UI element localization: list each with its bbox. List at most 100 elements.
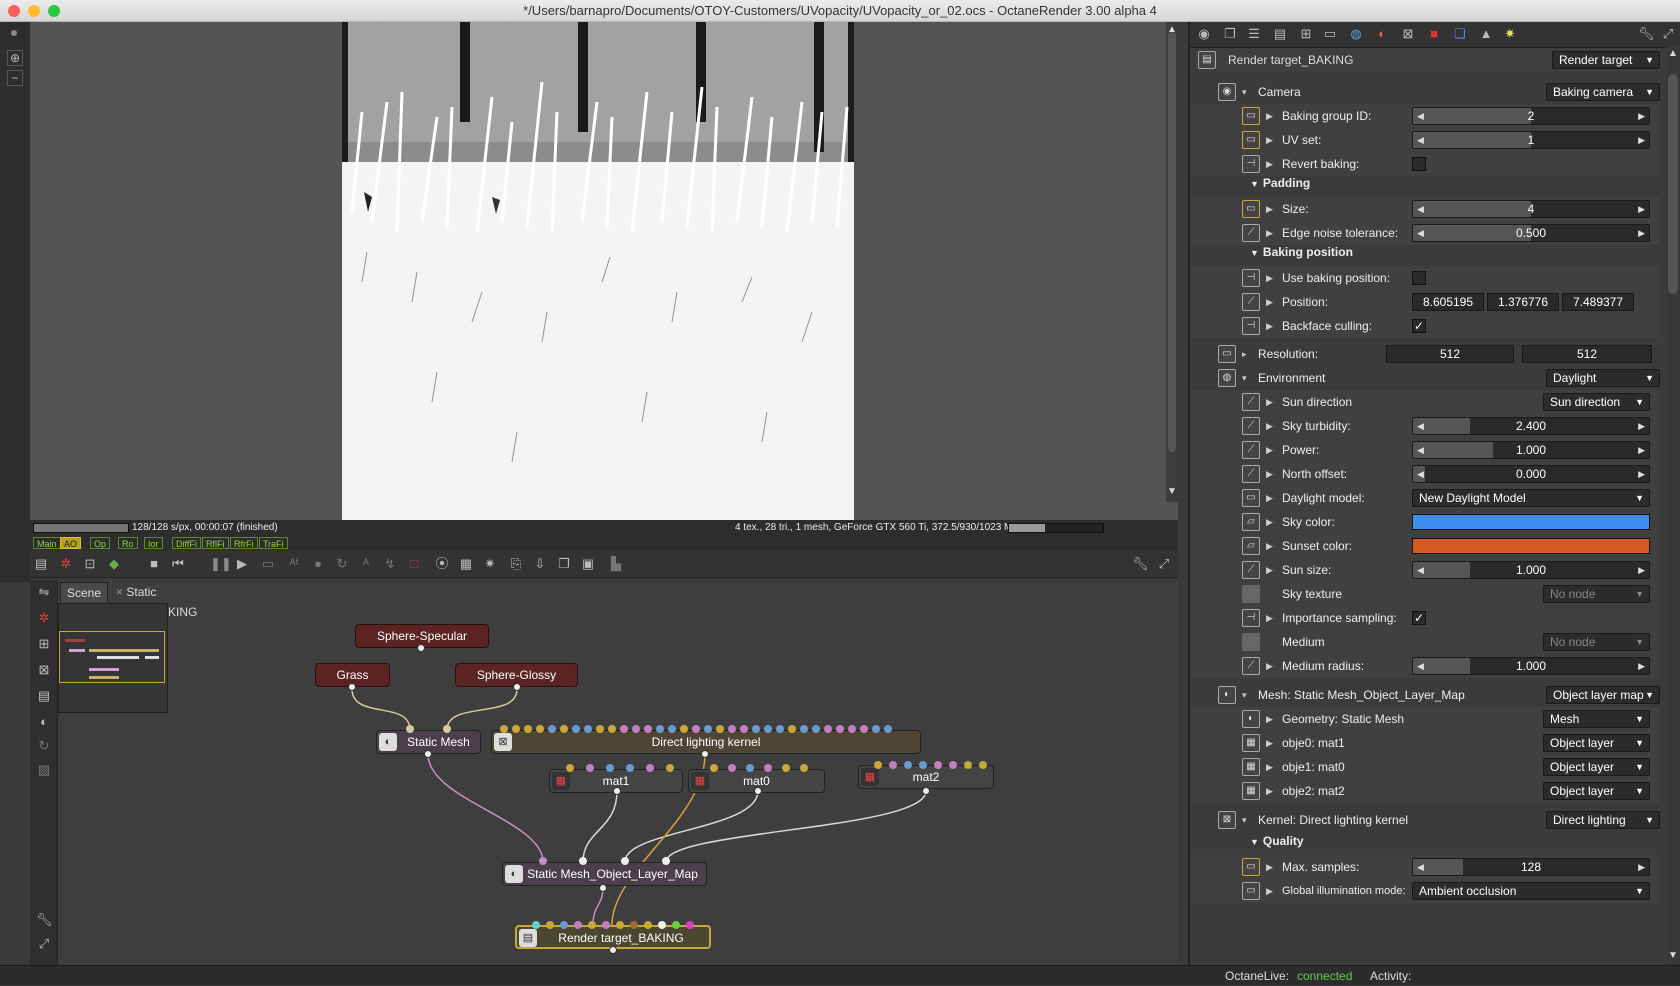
- node-pin[interactable]: [646, 764, 654, 772]
- mesh-tb-icon[interactable]: ◐: [1374, 26, 1390, 42]
- decrement-icon[interactable]: ◀: [1417, 442, 1424, 458]
- node-pin[interactable]: [658, 921, 666, 929]
- use-baking-position-icon[interactable]: ⊣: [1242, 269, 1260, 287]
- size-slider[interactable]: ◀ 4 ▶: [1412, 200, 1650, 218]
- node-pin[interactable]: [740, 725, 748, 733]
- expand-arrow-icon[interactable]: ▶: [1266, 486, 1273, 510]
- importance-sampling-icon[interactable]: ⊣: [1242, 609, 1260, 627]
- node-pin[interactable]: [754, 787, 762, 795]
- node-pin[interactable]: [764, 764, 772, 772]
- node-pin[interactable]: [701, 750, 709, 758]
- expand-arrow-icon[interactable]: ▶: [1266, 152, 1273, 176]
- node-pin[interactable]: [776, 725, 784, 733]
- node-pin[interactable]: [934, 761, 942, 769]
- obje1-dropdown[interactable]: Object layer ▼: [1543, 758, 1650, 776]
- scroll-down-icon[interactable]: ▼: [1668, 950, 1678, 961]
- node-pin[interactable]: [417, 644, 425, 652]
- node-pin[interactable]: [764, 725, 772, 733]
- expand-arrow-icon[interactable]: ▶: [1266, 855, 1273, 879]
- daylight-model-dropdown[interactable]: New Daylight Model ▼: [1412, 489, 1650, 507]
- mesh-dropdown[interactable]: Object layer map ▼: [1546, 686, 1660, 704]
- inspector-wrench-icon[interactable]: 🔧︎: [1638, 26, 1655, 42]
- position-y-field[interactable]: 1.376776: [1487, 293, 1559, 311]
- sky-color-swatch[interactable]: [1412, 514, 1650, 530]
- increment-icon[interactable]: ▶: [1638, 201, 1645, 217]
- node-pin[interactable]: [919, 761, 927, 769]
- node-pin[interactable]: [500, 725, 508, 733]
- node-pin[interactable]: [666, 764, 674, 772]
- node-pin[interactable]: [710, 764, 718, 772]
- expand-arrow-icon[interactable]: ▾: [1242, 808, 1247, 832]
- node-pin[interactable]: [848, 725, 856, 733]
- power-icon[interactable]: ⟋: [1242, 441, 1260, 459]
- kernel-icon[interactable]: ⊠: [1218, 811, 1236, 829]
- expand-arrow-icon[interactable]: ▾: [1242, 366, 1247, 390]
- expand-arrow-icon[interactable]: ▶: [1266, 266, 1273, 290]
- node-pin[interactable]: [662, 857, 670, 865]
- geometry-icon[interactable]: ◐: [1242, 710, 1260, 728]
- expand-arrow-icon[interactable]: ▶: [1266, 221, 1273, 245]
- expand-arrow-icon[interactable]: ▶: [1266, 314, 1273, 338]
- decrement-icon[interactable]: ◀: [1417, 466, 1424, 482]
- increment-icon[interactable]: ▶: [1638, 859, 1645, 875]
- obje2-dropdown[interactable]: Object layer ▼: [1543, 782, 1650, 800]
- sun-direction-icon[interactable]: ⟋: [1242, 393, 1260, 411]
- max-samples-slider[interactable]: ◀ 128 ▶: [1412, 858, 1650, 876]
- uv-set-slider[interactable]: ◀ 1 ▶: [1412, 131, 1650, 149]
- node-pin[interactable]: [512, 725, 520, 733]
- copy-node-icon[interactable]: ❐: [1222, 26, 1238, 42]
- increment-icon[interactable]: ▶: [1638, 562, 1645, 578]
- node-pin[interactable]: [560, 921, 568, 929]
- expand-arrow-icon[interactable]: ▾: [1242, 683, 1247, 707]
- node-pin[interactable]: [889, 761, 897, 769]
- node-pin[interactable]: [613, 787, 621, 795]
- node-pin[interactable]: [630, 921, 638, 929]
- expand-arrow-icon[interactable]: ▶: [1266, 290, 1273, 314]
- obje2-icon[interactable]: ▦: [1242, 782, 1260, 800]
- node-pin[interactable]: [599, 884, 607, 892]
- sun-size-icon[interactable]: ⟋: [1242, 561, 1260, 579]
- node-pin[interactable]: [548, 725, 556, 733]
- expand-arrow-icon[interactable]: ▶: [1266, 510, 1273, 534]
- expand-arrow-icon[interactable]: ▶: [1266, 197, 1273, 221]
- node-pin[interactable]: [812, 725, 820, 733]
- position-z-field[interactable]: 7.489377: [1562, 293, 1634, 311]
- node-pin[interactable]: [596, 725, 604, 733]
- node-pin[interactable]: [800, 764, 808, 772]
- obje0-icon[interactable]: ▦: [1242, 734, 1260, 752]
- node-pin[interactable]: [860, 725, 868, 733]
- expand-arrow-icon[interactable]: ▶: [1266, 755, 1273, 779]
- node-pin[interactable]: [536, 725, 544, 733]
- node-pin[interactable]: [656, 725, 664, 733]
- uv-set-icon[interactable]: ▭: [1242, 131, 1260, 149]
- medium-radius-icon[interactable]: ⟋: [1242, 657, 1260, 675]
- scroll-up-icon[interactable]: ▲: [1668, 48, 1678, 59]
- baking-group-id-slider[interactable]: ◀ 2 ▶: [1412, 107, 1650, 125]
- node-pin[interactable]: [872, 725, 880, 733]
- expand-arrow-icon[interactable]: ▶: [1266, 414, 1273, 438]
- baking-position-section[interactable]: ▼ Baking position: [1250, 245, 1353, 259]
- material-tb-icon[interactable]: ■: [1426, 26, 1442, 42]
- node-pin[interactable]: [602, 921, 610, 929]
- use-baking-position-checkbox[interactable]: [1412, 271, 1426, 285]
- decrement-icon[interactable]: ◀: [1417, 132, 1424, 148]
- importance-sampling-checkbox[interactable]: ✓: [1412, 611, 1426, 625]
- node-pin[interactable]: [443, 725, 451, 733]
- node-pin[interactable]: [800, 725, 808, 733]
- size-icon[interactable]: ▭: [1242, 200, 1260, 218]
- decrement-icon[interactable]: ◀: [1417, 201, 1424, 217]
- edge-noise-tolerance-slider[interactable]: ◀ 0.500 ▶: [1412, 224, 1650, 242]
- node-pin[interactable]: [788, 725, 796, 733]
- resolution-h-field[interactable]: 512: [1522, 345, 1652, 363]
- north-offset-slider[interactable]: ◀ 0.000 ▶: [1412, 465, 1650, 483]
- node-pin[interactable]: [579, 857, 587, 865]
- inspector-fullscreen-icon[interactable]: ⤢: [1660, 26, 1676, 42]
- node-pin[interactable]: [574, 921, 582, 929]
- node-pin[interactable]: [616, 921, 624, 929]
- node-pin[interactable]: [608, 725, 616, 733]
- expand-arrow-icon[interactable]: ▶: [1266, 462, 1273, 486]
- medium-radius-slider[interactable]: ◀ 1.000 ▶: [1412, 657, 1650, 675]
- sky-turbidity-icon[interactable]: ⟋: [1242, 417, 1260, 435]
- expand-arrow-icon[interactable]: ▶: [1266, 534, 1273, 558]
- increment-icon[interactable]: ▶: [1638, 108, 1645, 124]
